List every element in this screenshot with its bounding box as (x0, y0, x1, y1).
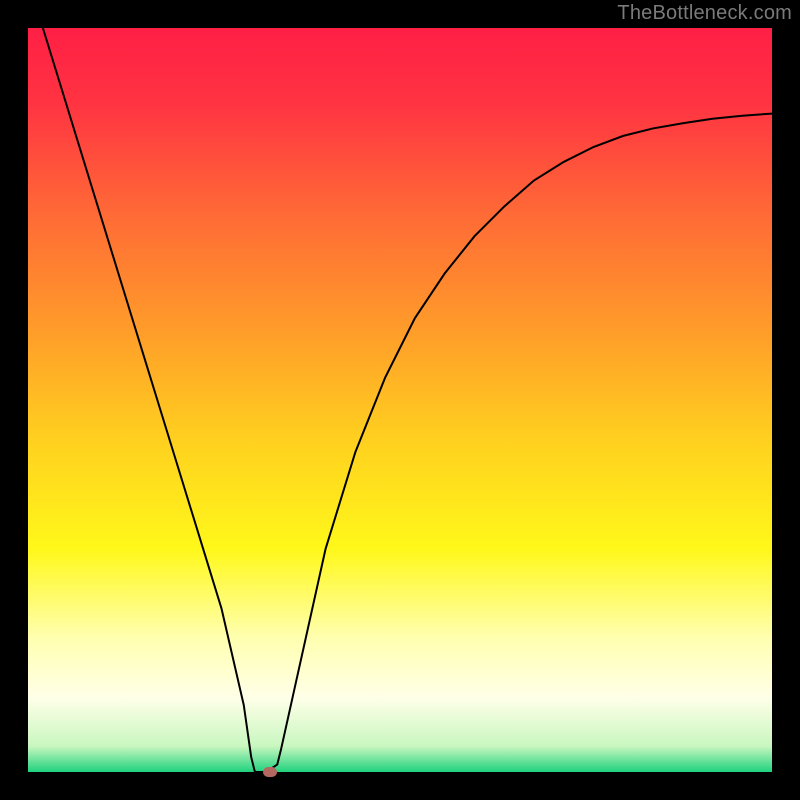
chart-plot-area (28, 28, 772, 772)
gradient-background (28, 28, 772, 772)
optimum-marker (263, 767, 277, 777)
chart-svg (28, 28, 772, 772)
chart-frame: TheBottleneck.com (0, 0, 800, 800)
watermark-text: TheBottleneck.com (617, 2, 792, 25)
